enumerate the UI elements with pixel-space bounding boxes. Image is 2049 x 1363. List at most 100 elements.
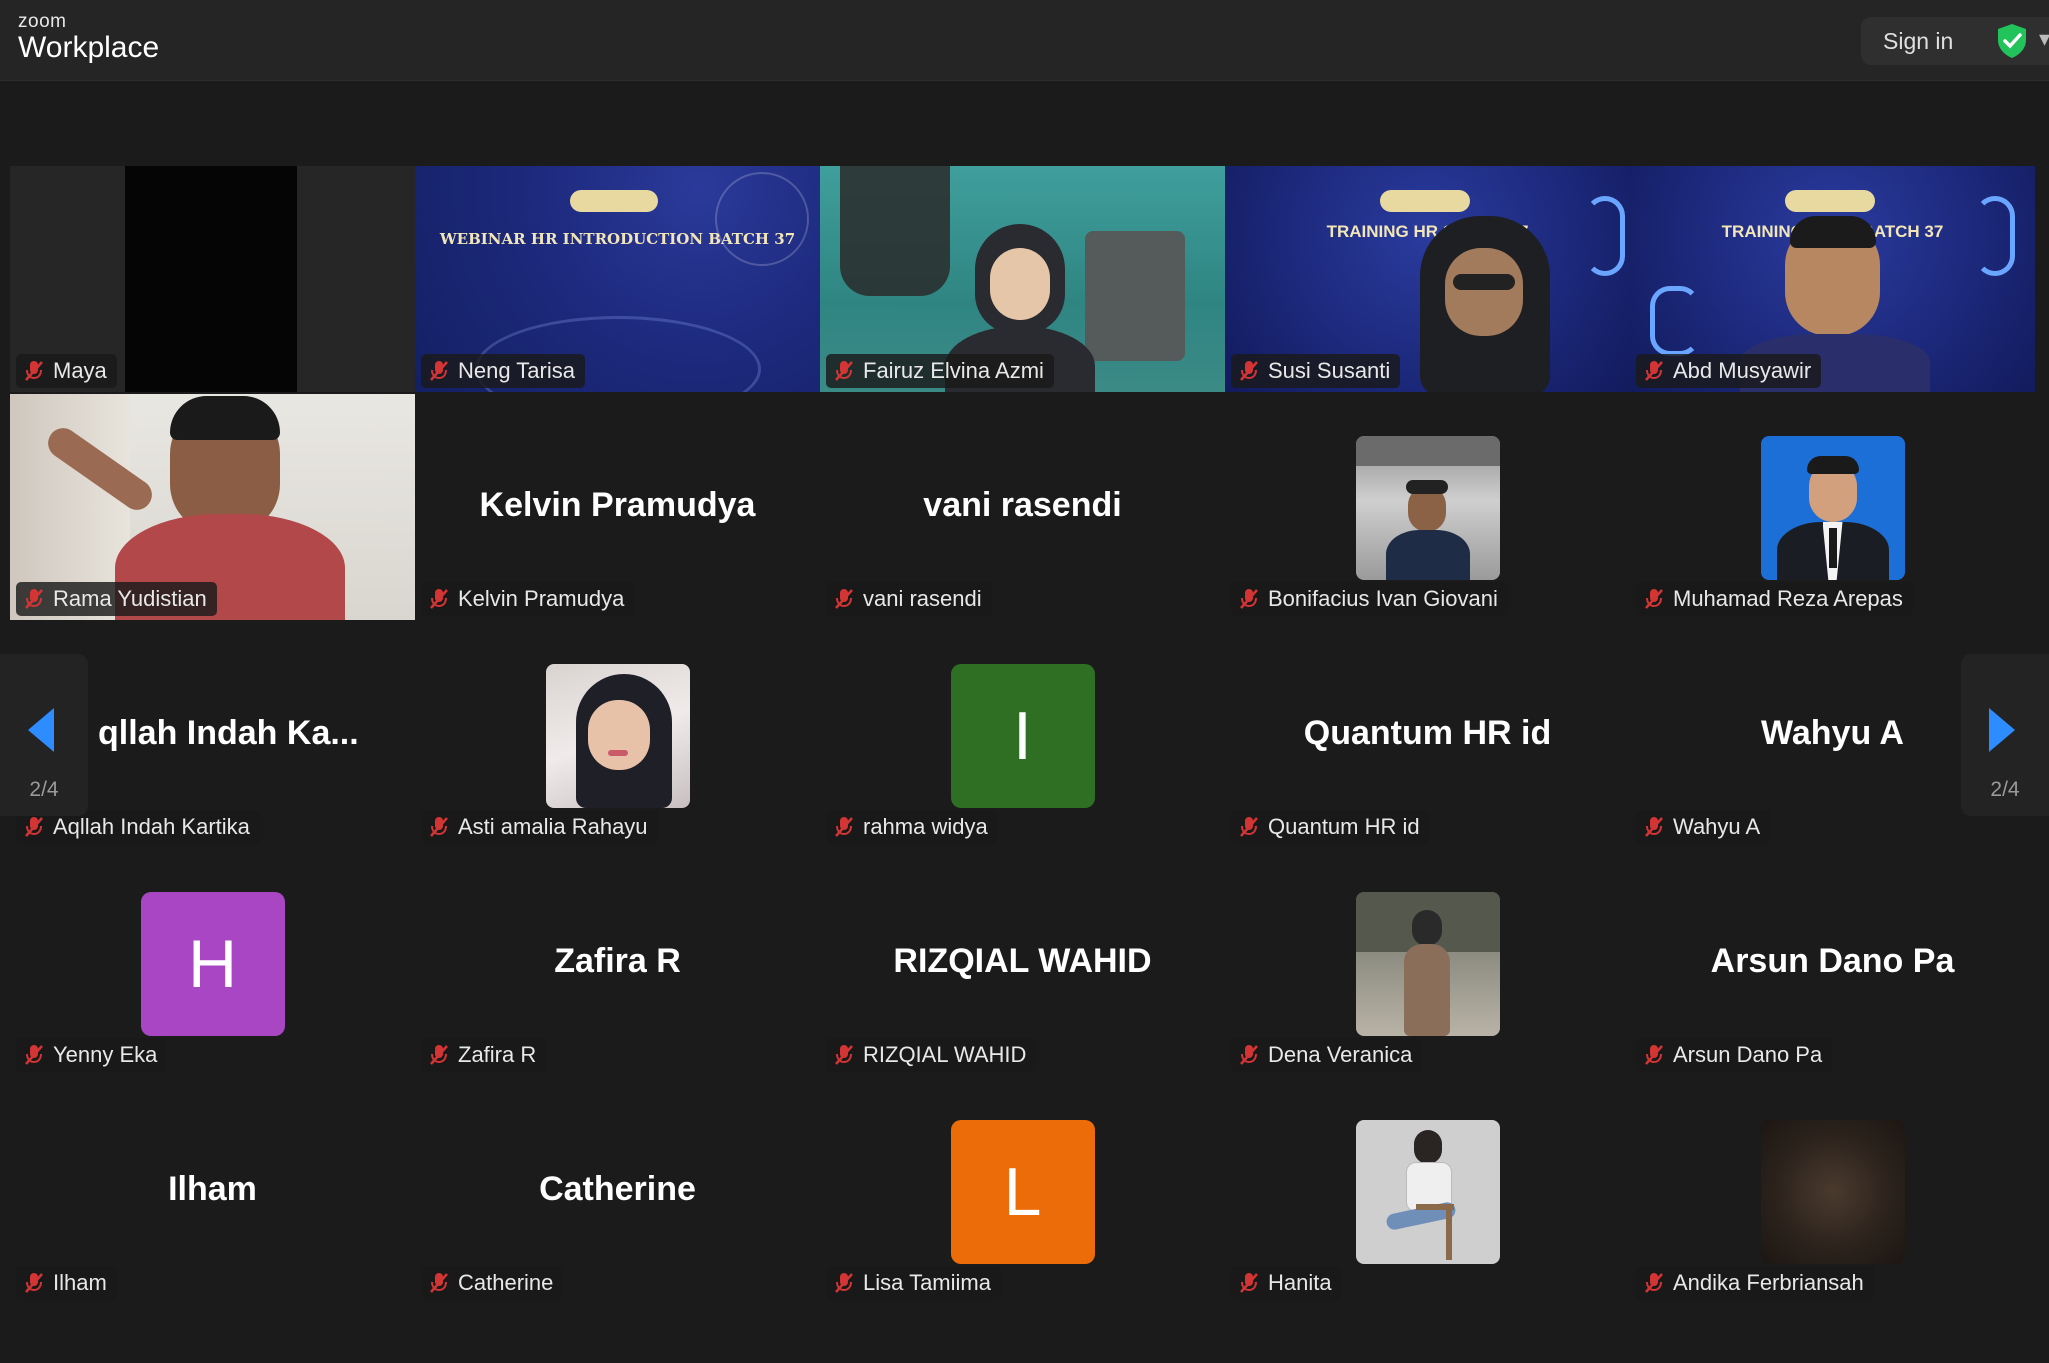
mic-muted-icon	[25, 817, 43, 837]
participant-tile[interactable]: Asti amalia Rahayu	[415, 622, 820, 848]
title-bar: zoom Workplace Sign in ▾	[0, 0, 2049, 81]
participant-tile[interactable]: Andika Ferbriansah	[1630, 1078, 2035, 1304]
participant-name-label: Muhamad Reza Arepas	[1636, 582, 1913, 616]
mic-muted-icon	[835, 361, 853, 381]
page-indicator: 2/4	[1990, 778, 2020, 801]
brand-small: zoom	[18, 11, 67, 32]
mic-muted-icon	[25, 589, 43, 609]
chevron-left-icon	[28, 708, 54, 752]
participant-name-label: Yenny Eka	[16, 1038, 168, 1072]
chevron-right-icon	[1989, 708, 2015, 752]
mic-muted-icon	[835, 589, 853, 609]
participant-tile[interactable]: I rahma widya	[820, 622, 1225, 848]
participant-tile[interactable]: Zafira R Zafira R	[415, 850, 820, 1076]
participant-tile[interactable]: L Lisa Tamiima	[820, 1078, 1225, 1304]
participant-name-label: Catherine	[421, 1266, 564, 1300]
mic-muted-icon	[1240, 1273, 1258, 1293]
participant-name-label: Ilham	[16, 1266, 117, 1300]
participant-tile[interactable]: RIZQIAL WAHID RIZQIAL WAHID	[820, 850, 1225, 1076]
participant-name-label: Maya	[16, 354, 117, 388]
participant-tile[interactable]: vani rasendi vani rasendi	[820, 394, 1225, 620]
sign-in-button[interactable]: Sign in ▾	[1861, 17, 2049, 65]
participant-name-label: Dena Veranica	[1231, 1038, 1423, 1072]
mic-muted-icon	[1645, 1273, 1663, 1293]
participant-display-name: Arsun Dano Pa	[1710, 942, 1955, 980]
next-page-button[interactable]: 2/4	[1961, 654, 2049, 816]
mic-muted-icon	[1240, 361, 1258, 381]
participant-display-name: Ilham	[168, 1170, 257, 1208]
participant-name-label: Rama Yudistian	[16, 582, 217, 616]
participant-display-name: qllah Indah Ka...	[98, 714, 359, 752]
avatar	[1355, 1120, 1500, 1264]
caret-icon[interactable]: ▾	[2039, 26, 2049, 52]
avatar	[1760, 1120, 1905, 1264]
mic-muted-icon	[1645, 1045, 1663, 1065]
participant-name-label: Abd Musyawir	[1636, 354, 1822, 388]
participant-tile[interactable]: TRAINING HR STAF 37 Susi Susanti	[1225, 166, 1630, 392]
avatar	[1355, 436, 1500, 580]
participant-name-label: Zafira R	[421, 1038, 547, 1072]
mic-muted-icon	[835, 1273, 853, 1293]
mic-muted-icon	[1645, 589, 1663, 609]
participant-name-label: Arsun Dano Pa	[1636, 1038, 1833, 1072]
participant-name-label: Hanita	[1231, 1266, 1342, 1300]
mic-muted-icon	[1240, 817, 1258, 837]
participant-display-name: Quantum HR id	[1303, 714, 1552, 752]
participant-display-name: Kelvin Pramudya	[479, 486, 756, 524]
participant-name-label: Quantum HR id	[1231, 810, 1430, 844]
previous-page-button[interactable]: 2/4	[0, 654, 88, 816]
mic-muted-icon	[1240, 1045, 1258, 1065]
participant-tile[interactable]: Ilham Ilham	[10, 1078, 415, 1304]
mic-muted-icon	[430, 361, 448, 381]
participant-tile[interactable]: Muhamad Reza Arepas	[1630, 394, 2035, 620]
participant-tile[interactable]: Fairuz Elvina Azmi	[820, 166, 1225, 392]
participant-tile[interactable]: Maya	[10, 166, 415, 392]
mic-muted-icon	[1240, 589, 1258, 609]
avatar-initial: L	[950, 1120, 1095, 1264]
participant-name-label: Asti amalia Rahayu	[421, 810, 658, 844]
mic-muted-icon	[25, 361, 43, 381]
participant-tile[interactable]: TRAINING HR BATCH 37 Abd Musyawir	[1630, 166, 2035, 392]
brand-name: Workplace	[18, 31, 160, 64]
sign-in-label: Sign in	[1883, 28, 1954, 54]
mic-muted-icon	[25, 1045, 43, 1065]
participant-tile[interactable]: WEBINAR HR INTRODUCTION BATCH 37 Neng Ta…	[415, 166, 820, 392]
participant-name-label: vani rasendi	[826, 582, 992, 616]
participant-tile[interactable]: Rama Yudistian	[10, 394, 415, 620]
participant-tile[interactable]: Bonifacius Ivan Giovani	[1225, 394, 1630, 620]
participant-name-label: Neng Tarisa	[421, 354, 585, 388]
participant-tile[interactable]: H Yenny Eka	[10, 850, 415, 1076]
participant-tile[interactable]: Quantum HR id Quantum HR id	[1225, 622, 1630, 848]
participant-name-label: rahma widya	[826, 810, 998, 844]
zoom-logo: zoom Workplace	[18, 12, 159, 63]
participant-name-label: Kelvin Pramudya	[421, 582, 635, 616]
mic-muted-icon	[25, 1273, 43, 1293]
participant-tile[interactable]: Dena Veranica	[1225, 850, 1630, 1076]
participant-name-label: Fairuz Elvina Azmi	[826, 354, 1054, 388]
mic-muted-icon	[1645, 361, 1663, 381]
mic-muted-icon	[430, 1273, 448, 1293]
participant-name-label: RIZQIAL WAHID	[826, 1038, 1037, 1072]
mic-muted-icon	[430, 1045, 448, 1065]
mic-muted-icon	[430, 817, 448, 837]
avatar	[1355, 892, 1500, 1036]
slide-title: TRAINING HR STAF 37	[1326, 222, 1529, 241]
participant-name-label: Bonifacius Ivan Giovani	[1231, 582, 1508, 616]
mic-muted-icon	[835, 1045, 853, 1065]
mic-muted-icon	[835, 817, 853, 837]
participant-display-name: Zafira R	[554, 942, 681, 980]
page-indicator: 2/4	[29, 778, 59, 801]
participant-name-label: Andika Ferbriansah	[1636, 1266, 1874, 1300]
participant-tile[interactable]: Hanita	[1225, 1078, 1630, 1304]
participant-name-label: Wahyu A	[1636, 810, 1771, 844]
participant-tile[interactable]: Catherine Catherine	[415, 1078, 820, 1304]
participant-tile[interactable]: Kelvin Pramudya Kelvin Pramudya	[415, 394, 820, 620]
participant-name-label: Lisa Tamiima	[826, 1266, 1001, 1300]
video-gallery: Maya WEBINAR HR INTRODUCTION BATCH 37 Ne…	[10, 166, 2040, 1306]
participant-name-label: Susi Susanti	[1231, 354, 1401, 388]
avatar-initial: H	[140, 892, 285, 1036]
avatar	[1760, 436, 1905, 580]
avatar-initial: I	[950, 664, 1095, 808]
participant-display-name: vani rasendi	[923, 486, 1122, 524]
participant-tile[interactable]: Arsun Dano Pa Arsun Dano Pa	[1630, 850, 2035, 1076]
